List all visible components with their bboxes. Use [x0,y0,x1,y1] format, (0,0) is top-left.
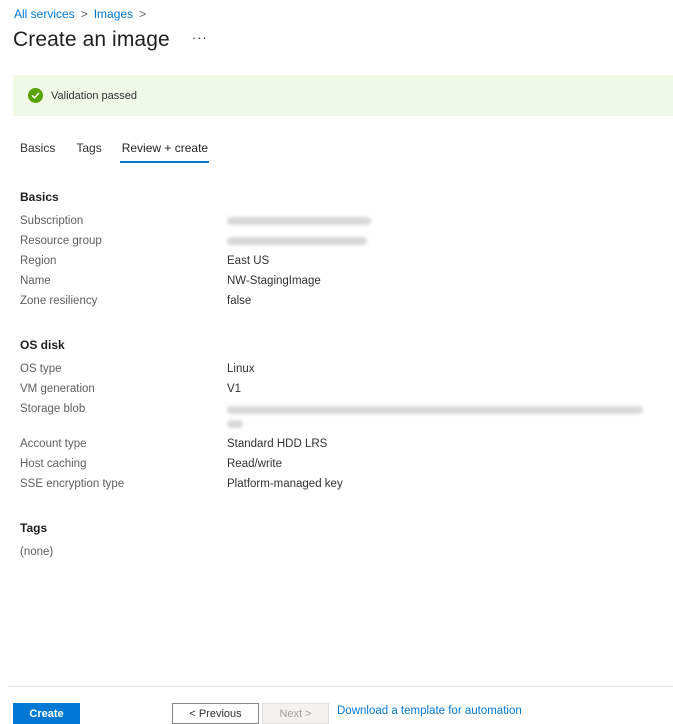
more-options-icon[interactable]: ··· [192,30,208,45]
section-title-tags: Tags [20,521,48,535]
footer-divider [8,686,673,687]
tab-basics[interactable]: Basics [20,141,55,161]
label-name: Name [20,275,51,287]
previous-button[interactable]: < Previous [172,703,259,724]
label-region: Region [20,255,57,267]
label-account-type: Account type [20,438,87,450]
tab-tags[interactable]: Tags [76,141,101,161]
label-sse-encryption-type: SSE encryption type [20,478,125,490]
download-template-link[interactable]: Download a template for automation [337,705,522,717]
label-subscription: Subscription [20,215,84,227]
create-button[interactable]: Create [13,703,80,724]
section-title-os-disk: OS disk [20,338,65,352]
value-zone-resiliency: false [227,295,252,307]
page-title: Create an image [13,28,170,51]
value-region: East US [227,255,270,267]
redacted-storage-blob-line2 [227,420,243,428]
value-account-type: Standard HDD LRS [227,438,328,450]
value-host-caching: Read/write [227,458,282,470]
breadcrumb-images[interactable]: Images [94,7,133,21]
value-vm-generation: V1 [227,383,242,395]
redacted-subscription [227,217,371,225]
breadcrumb-separator: > [139,7,147,21]
title-row: Create an image ··· [13,28,208,52]
validation-banner: Validation passed [13,75,673,116]
validation-message: Validation passed [51,89,138,102]
value-name: NW-StagingImage [227,275,321,287]
label-storage-blob: Storage blob [20,403,86,415]
value-os-type: Linux [227,363,255,375]
redacted-storage-blob-line1 [227,406,643,414]
breadcrumb-separator: > [80,7,88,21]
label-resource-group: Resource group [20,235,102,247]
label-os-type: OS type [20,363,62,375]
tab-list: Basics Tags Review + create [20,141,210,163]
redacted-resource-group [227,237,367,245]
check-circle-icon [28,88,43,103]
label-zone-resiliency: Zone resiliency [20,295,98,307]
value-sse-encryption-type: Platform-managed key [227,478,343,490]
next-button[interactable]: Next > [262,703,329,724]
label-vm-generation: VM generation [20,383,95,395]
label-host-caching: Host caching [20,458,87,470]
section-title-basics: Basics [20,190,59,204]
breadcrumb: All services > Images > [14,7,146,21]
breadcrumb-all-services[interactable]: All services [14,7,75,21]
tab-review-create[interactable]: Review + create [119,141,210,163]
value-tags: (none) [20,546,54,558]
